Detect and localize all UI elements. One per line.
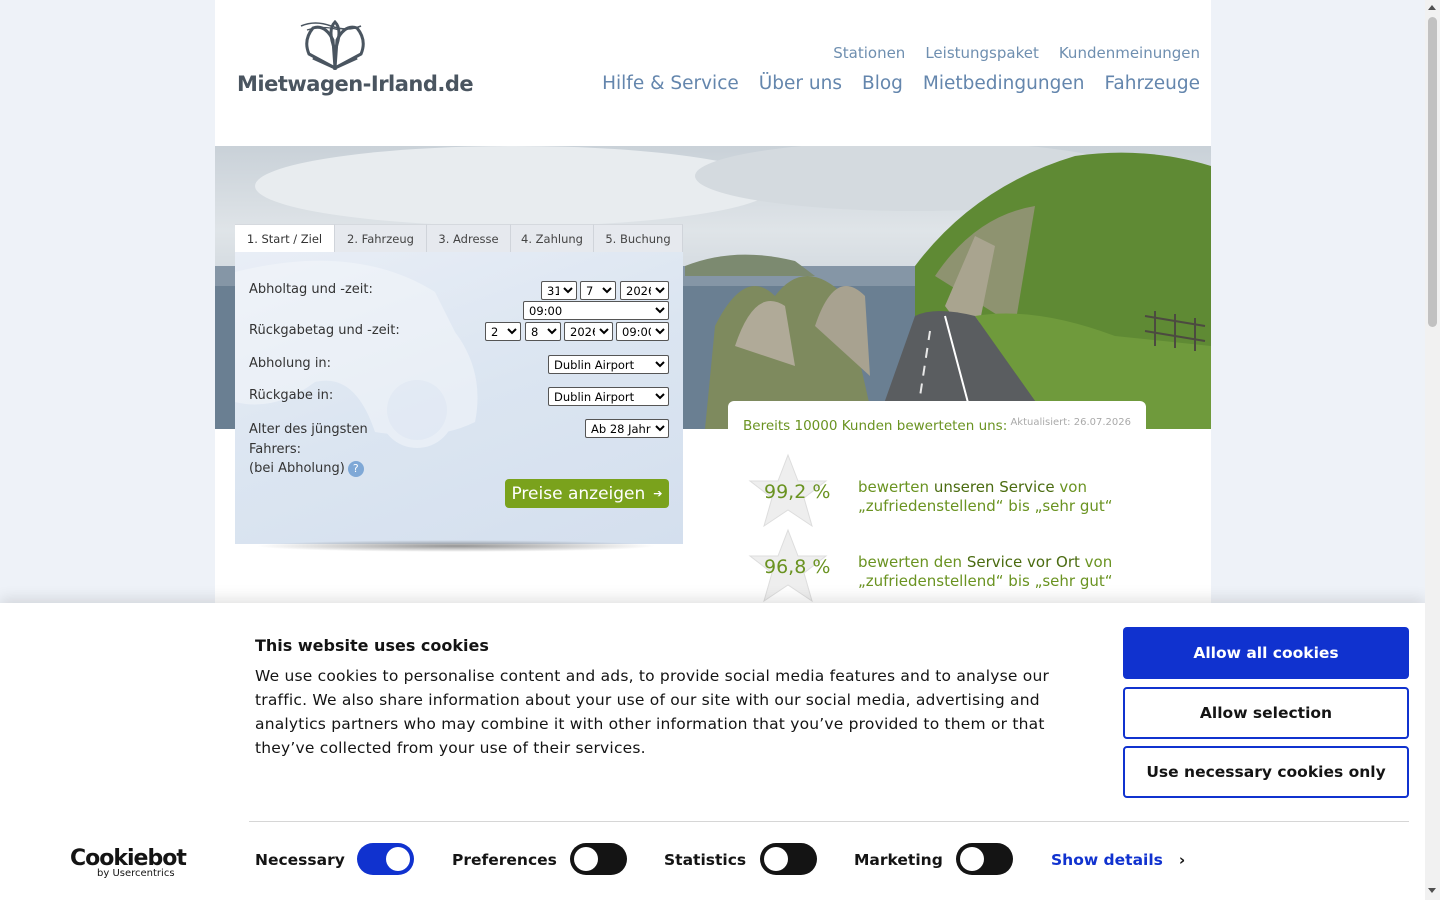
scroll-up-arrow-icon[interactable]: [1428, 5, 1436, 10]
booking-steps: 1. Start / Ziel 2. Fahrzeug 3. Adresse 4…: [235, 224, 683, 252]
rating-text: bewerten den Service vor Ort von „zufrie…: [858, 553, 1113, 591]
cookiebot-logo[interactable]: Cookiebot by Usercentrics: [70, 846, 187, 879]
nav-link-leistungspaket[interactable]: Leistungspaket: [925, 44, 1039, 62]
cookiebot-sub: by Usercentrics: [97, 868, 175, 879]
return-time-select[interactable]: 09:00: [616, 322, 669, 341]
rating-text-pre: bewerten den: [858, 553, 967, 571]
pickup-date-label: Abholtag und -zeit:: [249, 282, 373, 297]
return-date-label: Rückgabetag und -zeit:: [249, 323, 400, 338]
scroll-thumb[interactable]: [1428, 17, 1437, 327]
nav-link-mietbedingungen[interactable]: Mietbedingungen: [923, 73, 1085, 94]
show-details-label: Show details: [1051, 851, 1163, 869]
toggle-label-marketing: Marketing: [854, 851, 943, 869]
toggle-preferences[interactable]: [570, 843, 627, 875]
show-details-link[interactable]: Show details ›: [1051, 851, 1185, 869]
help-icon[interactable]: ?: [347, 460, 364, 477]
tab-zahlung[interactable]: 4. Zahlung: [511, 224, 594, 252]
nav-link-hilfe-service[interactable]: Hilfe & Service: [602, 73, 739, 94]
rating-item: 99,2 % bewerten unseren Service von „zuf…: [748, 453, 1138, 528]
ratings-panel: Bereits 10000 Kunden bewerteten uns: Akt…: [728, 401, 1146, 621]
form-shadow: [255, 540, 657, 552]
allow-selection-button[interactable]: Allow selection: [1123, 687, 1409, 739]
show-prices-label: Preise anzeigen: [511, 483, 646, 504]
page-scrollbar[interactable]: [1425, 0, 1440, 900]
tab-start-ziel[interactable]: 1. Start / Ziel: [235, 224, 335, 252]
toggle-statistics[interactable]: [760, 843, 817, 875]
toggle-label-preferences: Preferences: [452, 851, 557, 869]
nav-link-stationen[interactable]: Stationen: [833, 44, 905, 62]
pickup-year-select[interactable]: 2026: [620, 281, 669, 300]
toggle-knob: [764, 847, 788, 871]
ratings-updated: Aktualisiert: 26.07.2026: [1010, 417, 1131, 428]
scroll-down-arrow-icon[interactable]: [1428, 888, 1436, 893]
toggle-necessary[interactable]: [357, 843, 414, 875]
rating-text-pre: bewerten: [858, 478, 934, 496]
driver-age-select[interactable]: Ab 28 Jahre: [585, 419, 669, 438]
rating-highlight: Service vor Ort: [966, 553, 1080, 571]
return-month-select[interactable]: 8: [525, 322, 561, 341]
secondary-nav: Stationen Leistungspaket Kundenmeinungen: [833, 44, 1200, 62]
return-location-select[interactable]: Dublin Airport: [548, 387, 669, 406]
arrow-right-icon: ➔: [653, 487, 663, 500]
wave-icon: [300, 22, 362, 31]
tab-fahrzeug[interactable]: 2. Fahrzeug: [335, 224, 427, 252]
rating-percent: 99,2 %: [764, 481, 831, 503]
pickup-location-label: Abholung in:: [249, 356, 332, 371]
cookie-banner: This website uses cookies We use cookies…: [0, 603, 1425, 900]
toggle-knob: [574, 847, 598, 871]
return-year-select[interactable]: 2026: [564, 322, 613, 341]
pickup-day-select[interactable]: 31: [541, 281, 577, 300]
rating-text-line2: „zufriedenstellend“ bis „sehr gut“: [858, 572, 1113, 590]
tab-adresse[interactable]: 3. Adresse: [427, 224, 511, 252]
driver-age-label: Alter des jüngsten Fahrers: (bei Abholun…: [249, 420, 368, 479]
show-prices-button[interactable]: Preise anzeigen ➔: [505, 479, 669, 508]
age-label-line2: Fahrers:: [249, 441, 302, 457]
toggle-knob: [386, 847, 410, 871]
ratings-headline: Bereits 10000 Kunden bewerteten uns:: [743, 418, 1008, 434]
pickup-month-select[interactable]: 7: [580, 281, 616, 300]
nav-link-ueber-uns[interactable]: Über uns: [759, 73, 842, 94]
return-location-label: Rückgabe in:: [249, 388, 334, 403]
pickup-location-select[interactable]: Dublin Airport: [548, 355, 669, 374]
booking-form-body: Abholtag und -zeit: 31 7 2026 09:00 Rück…: [235, 252, 683, 544]
nav-link-fahrzeuge[interactable]: Fahrzeuge: [1104, 73, 1200, 94]
rating-percent: 96,8 %: [764, 556, 831, 578]
toggle-knob: [960, 847, 984, 871]
toggle-label-necessary: Necessary: [255, 851, 345, 869]
rating-text-post: von: [1079, 553, 1113, 571]
age-label-line3: (bei Abholung): [249, 461, 345, 476]
pickup-time-select[interactable]: 09:00: [523, 301, 669, 320]
cookie-divider: [249, 821, 1409, 822]
booking-form: 1. Start / Ziel 2. Fahrzeug 3. Adresse 4…: [235, 224, 683, 544]
toggle-marketing[interactable]: [956, 843, 1013, 875]
toggle-label-statistics: Statistics: [664, 851, 747, 869]
age-label-line1: Alter des jüngsten: [249, 422, 368, 437]
cookie-title: This website uses cookies: [255, 636, 489, 655]
allow-all-cookies-button[interactable]: Allow all cookies: [1123, 627, 1409, 679]
cookie-description: We use cookies to personalise content an…: [255, 667, 1050, 757]
nav-link-kundenmeinungen[interactable]: Kundenmeinungen: [1059, 44, 1200, 62]
chevron-right-icon: ›: [1178, 851, 1186, 869]
site-logo[interactable]: Mietwagen-Irland.de: [237, 20, 474, 115]
tab-buchung[interactable]: 5. Buchung: [594, 224, 683, 252]
necessary-only-button[interactable]: Use necessary cookies only: [1123, 746, 1409, 798]
main-nav: Hilfe & Service Über uns Blog Mietbeding…: [602, 73, 1200, 94]
rating-highlight: unseren Service: [933, 478, 1055, 496]
nav-link-blog[interactable]: Blog: [862, 73, 903, 94]
rating-text-line2: „zufriedenstellend“ bis „sehr gut“: [858, 497, 1113, 515]
rating-text: bewerten unseren Service von „zufriedens…: [858, 478, 1113, 516]
rating-text-post: von: [1054, 478, 1087, 496]
logo-text: Mietwagen-Irland.de: [237, 72, 474, 96]
return-day-select[interactable]: 2: [485, 322, 521, 341]
rating-item: 96,8 % bewerten den Service vor Ort von …: [748, 528, 1138, 603]
